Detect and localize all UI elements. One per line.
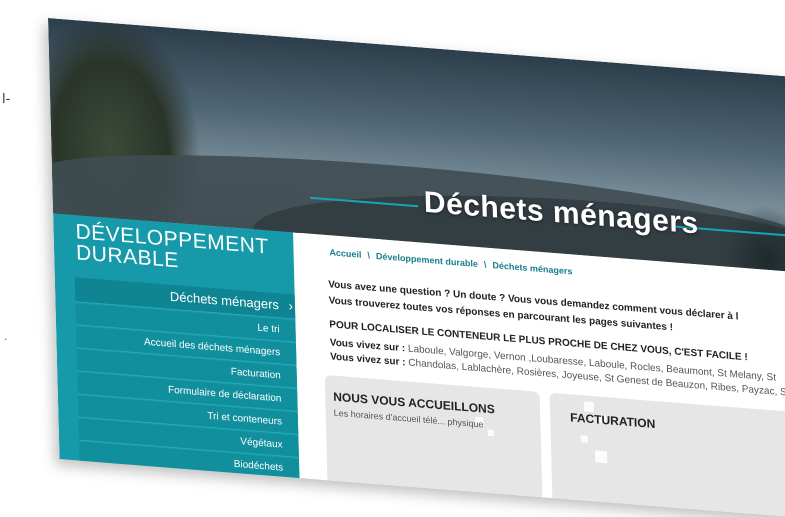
sidebar-title: DÉVELOPPEMENT DURABLE bbox=[75, 220, 269, 278]
sidebar-menu: Déchets ménagers › Le tri Accueil des dé… bbox=[74, 277, 301, 517]
sidebar-item-label: Accueil des déchets ménagers bbox=[143, 336, 281, 359]
website-page: Déchets ménagers DÉVELOPPEMENT DURABLE D… bbox=[48, 18, 785, 517]
chevron-right-icon: › bbox=[288, 298, 294, 314]
sidebar-item-label: Tri et conteneurs bbox=[207, 410, 283, 428]
breadcrumb-link-accueil[interactable]: Accueil bbox=[329, 247, 361, 260]
sidebar-item-label: Végétaux bbox=[240, 436, 283, 451]
sidebar-item-label: Communication et partenaires bbox=[150, 498, 285, 517]
sidebar-item-label: Les déchetteries bbox=[210, 479, 284, 497]
breadcrumb-separator: \ bbox=[483, 259, 487, 270]
main-content: Accueil \ Développement durable \ Déchets mé… bbox=[301, 233, 785, 517]
edge-text-fragment: . bbox=[4, 330, 8, 343]
breadcrumb-separator: \ bbox=[367, 250, 371, 261]
breadcrumb: Accueil \ Développement durable \ Déchets mé… bbox=[329, 247, 572, 276]
sidebar-item-label: Biodéchets bbox=[233, 458, 284, 474]
decorative-square bbox=[594, 450, 608, 464]
breadcrumb-link-developpement-durable[interactable]: Développement durable bbox=[376, 251, 478, 269]
sidebar-item-label: Déchets ménagers bbox=[169, 288, 280, 313]
sidebar-item-communication[interactable]: Communication et partenaires bbox=[80, 487, 301, 517]
sidebar: DÉVELOPPEMENT DURABLE Déchets ménagers ›… bbox=[53, 213, 301, 517]
edge-text-fragment: l- bbox=[2, 92, 11, 107]
card-accueil[interactable]: NOUS VOUS ACCUEILLONS Les horaires d'acc… bbox=[324, 374, 543, 513]
tree-silhouette bbox=[721, 201, 785, 272]
sidebar-item-label: Formulaire de déclaration bbox=[167, 384, 282, 405]
sidebar-item-label: Le tri bbox=[257, 322, 280, 336]
decorative-square bbox=[487, 429, 494, 437]
location-label: Vous vivez sur : bbox=[330, 351, 409, 369]
sidebar-item-label: Facturation bbox=[230, 366, 281, 382]
decorative-square bbox=[580, 435, 588, 443]
card-facturation[interactable]: FACTURATION bbox=[549, 392, 785, 517]
card-title: FACTURATION bbox=[570, 410, 656, 432]
breadcrumb-link-dechets-menagers[interactable]: Déchets ménagers bbox=[492, 260, 572, 276]
